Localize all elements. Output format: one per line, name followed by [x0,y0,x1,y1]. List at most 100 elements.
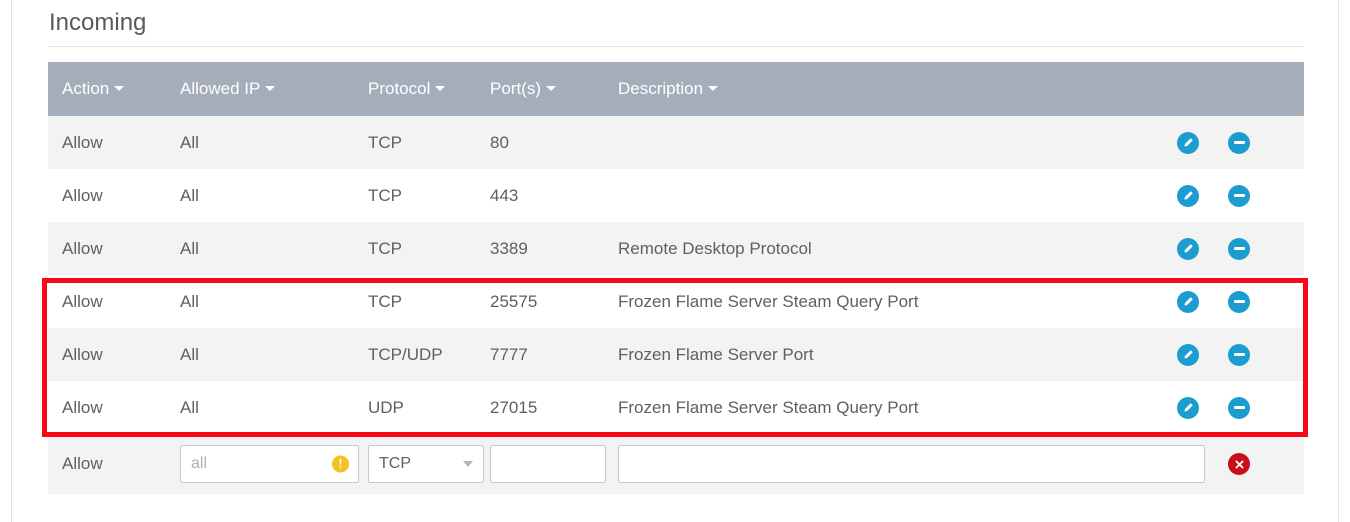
cell-description: Remote Desktop Protocol [604,222,1144,275]
minus-icon [1233,300,1245,303]
new-rule-ports-cell [476,434,606,494]
sort-caret-icon [708,86,719,92]
remove-rule-button[interactable] [1228,290,1250,313]
cell-ports: 443 [476,169,604,222]
edit-rule-button[interactable] [1177,131,1199,154]
cell-ports: 3389 [476,222,604,275]
new-rule-allowed-ip-cell: all ! [166,434,359,494]
allowed-ip-placeholder: all [191,455,208,472]
cell-action: Allow [48,169,166,222]
sort-caret-icon [114,86,125,92]
remove-rule-button[interactable] [1228,237,1250,260]
remove-rule-button[interactable] [1228,131,1250,154]
cell-ports: 25575 [476,275,604,328]
new-rule-editor-row: Allow all ! TCP [48,434,1304,494]
table-header-row: Action Allowed IP Protocol Port(s) Descr… [48,62,1304,116]
cell-description [604,116,1144,169]
remove-rule-button[interactable] [1228,184,1250,207]
column-header-allowed-ip[interactable]: Allowed IP [166,62,354,116]
cell-row-actions [1144,169,1304,222]
column-header-protocol[interactable]: Protocol [354,62,476,116]
cell-action: Allow [48,222,166,275]
cell-action: Allow [48,381,166,434]
sort-caret-icon [435,86,446,92]
sort-caret-icon [265,86,276,92]
table-row: Allow All TCP 443 [48,169,1304,222]
cell-protocol: TCP [354,116,476,169]
firewall-incoming-page: Incoming Action Allowed IP Protocol Port… [0,0,1350,522]
column-header-action-label: Action [62,79,110,98]
page-title: Incoming [49,9,147,36]
cell-allowed-ip: All [166,275,354,328]
cell-ports: 7777 [476,328,604,381]
cell-row-actions [1144,275,1304,328]
cell-protocol: TCP [354,222,476,275]
column-header-ports[interactable]: Port(s) [476,62,604,116]
cell-description: Frozen Flame Server Port [604,328,1144,381]
table-row: Allow All UDP 27015 Frozen Flame Server … [48,381,1304,434]
edit-rule-button[interactable] [1177,184,1199,207]
sort-caret-icon [546,86,556,92]
minus-icon [1233,194,1245,197]
chevron-down-icon [463,461,473,467]
new-rule-description-cell [604,434,1205,494]
cell-action: Allow [48,328,166,381]
minus-icon [1233,353,1245,356]
cell-row-actions [1144,116,1304,169]
edit-rule-button[interactable] [1177,237,1199,260]
column-header-ports-label: Port(s) [490,79,541,98]
cell-description [604,169,1144,222]
cell-action: Allow [48,275,166,328]
minus-icon [1233,141,1245,144]
table-row: Allow All TCP 25575 Frozen Flame Server … [48,275,1304,328]
page-right-rule [1338,0,1339,522]
title-divider [48,46,1304,47]
edit-rule-button[interactable] [1177,396,1199,419]
table-row: Allow All TCP 3389 Remote Desktop Protoc… [48,222,1304,275]
minus-icon [1233,247,1245,250]
cell-ports: 80 [476,116,604,169]
cell-allowed-ip: All [166,116,354,169]
cell-ports: 27015 [476,381,604,434]
table-body: Allow All TCP 80 Allow All TCP 443 Allow… [48,116,1304,494]
remove-rule-button[interactable] [1228,396,1250,419]
cell-allowed-ip: All [166,328,354,381]
column-header-description[interactable]: Description [604,62,1144,116]
table-header: Action Allowed IP Protocol Port(s) Descr… [48,62,1304,116]
incoming-panel-header: Incoming [48,0,1304,47]
edit-rule-button[interactable] [1177,343,1199,366]
allowed-ip-input[interactable]: all ! [180,445,359,483]
cell-row-actions [1144,328,1304,381]
cell-protocol: TCP [354,275,476,328]
column-header-action[interactable]: Action [48,62,166,116]
table-row: Allow All TCP/UDP 7777 Frozen Flame Serv… [48,328,1304,381]
cell-allowed-ip: All [166,222,354,275]
new-rule-protocol-cell: TCP [354,434,484,494]
cell-protocol: TCP/UDP [354,328,476,381]
edit-rule-button[interactable] [1177,290,1199,313]
cancel-new-rule-button[interactable] [1228,453,1250,475]
cell-description: Frozen Flame Server Steam Query Port [604,381,1144,434]
table-row: Allow All TCP 80 [48,116,1304,169]
cell-allowed-ip: All [166,169,354,222]
new-rule-action-label: Allow [48,434,166,494]
firewall-rules-table: Action Allowed IP Protocol Port(s) Descr… [48,62,1304,494]
cell-allowed-ip: All [166,381,354,434]
minus-icon [1233,406,1245,409]
description-input[interactable] [618,445,1205,483]
cell-row-actions [1144,222,1304,275]
column-header-protocol-label: Protocol [368,79,431,98]
page-left-rule [11,0,12,522]
column-header-description-label: Description [618,79,704,98]
column-header-allowed-ip-label: Allowed IP [180,79,261,98]
ports-input[interactable] [490,445,606,483]
protocol-select[interactable]: TCP [368,445,484,483]
remove-rule-button[interactable] [1228,343,1250,366]
cell-protocol: UDP [354,381,476,434]
cell-protocol: TCP [354,169,476,222]
column-header-actions [1144,62,1304,116]
cell-action: Allow [48,116,166,169]
cell-description: Frozen Flame Server Steam Query Port [604,275,1144,328]
protocol-select-value: TCP [379,455,411,472]
cell-row-actions [1144,381,1304,434]
